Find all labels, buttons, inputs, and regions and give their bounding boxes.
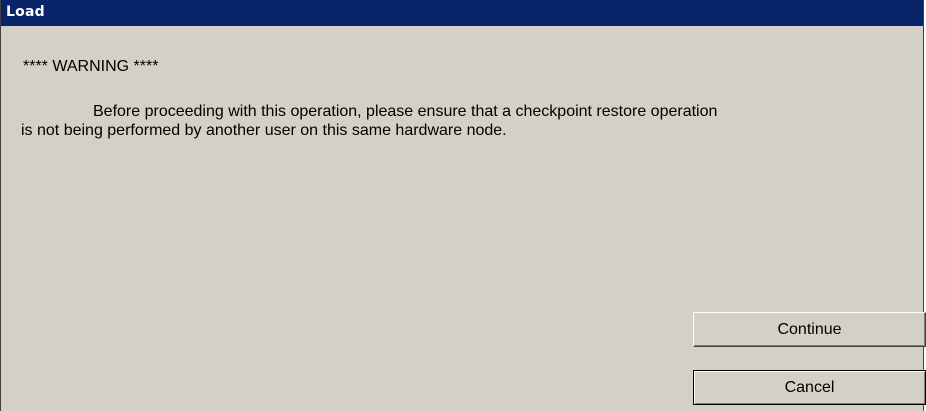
window-title: Load	[6, 4, 45, 20]
warning-message: Before proceeding with this operation, p…	[21, 103, 718, 139]
cancel-button[interactable]: Cancel	[693, 370, 926, 405]
continue-button[interactable]: Continue	[693, 312, 926, 347]
load-dialog: Load **** WARNING **** Before proceeding…	[0, 0, 926, 411]
warning-heading: **** WARNING ****	[23, 58, 159, 75]
title-bar[interactable]: Load	[1, 0, 923, 26]
